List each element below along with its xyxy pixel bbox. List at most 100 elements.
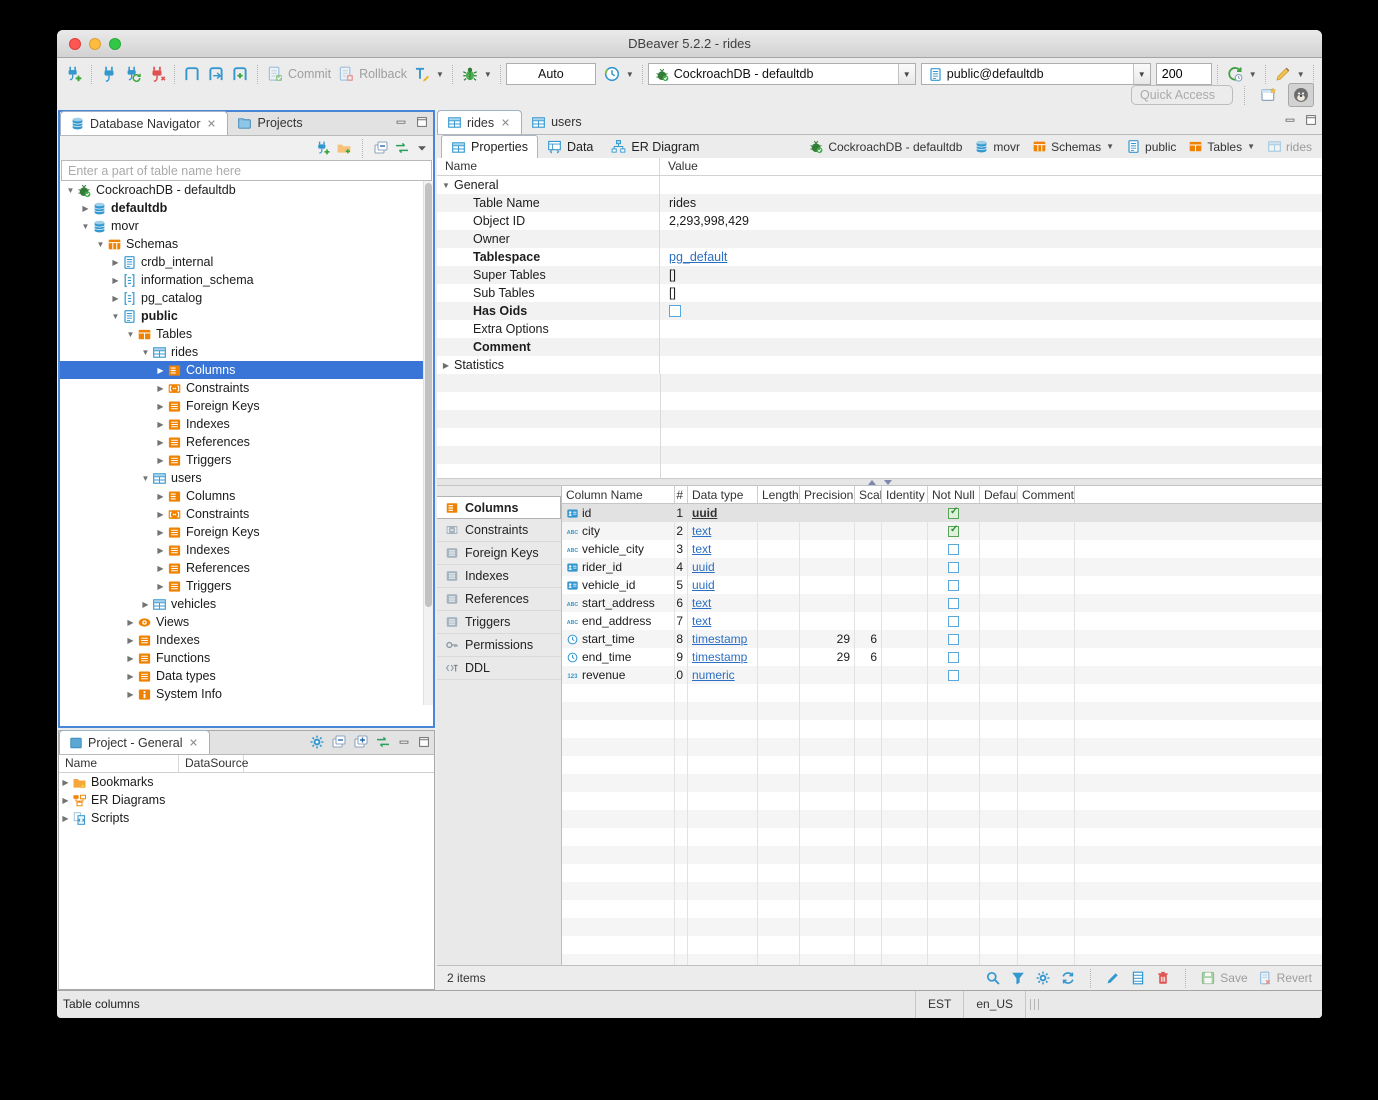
property-row-owner[interactable]: Owner xyxy=(437,230,1322,248)
tree-item-foreign-keys[interactable]: ▶Foreign Keys xyxy=(60,397,433,415)
new-folder-icon[interactable] xyxy=(336,140,352,156)
detail-tab-ddl[interactable]: DDL xyxy=(437,657,561,680)
editor-tab-users[interactable]: users xyxy=(522,110,591,134)
tree-item-triggers[interactable]: ▶Triggers xyxy=(60,451,433,469)
subtab-properties[interactable]: Properties xyxy=(441,135,538,158)
maximize-view-icon[interactable] xyxy=(415,115,429,129)
editor-tab-rides[interactable]: rides xyxy=(437,110,522,134)
tree-item-schemas[interactable]: ▼Schemas xyxy=(60,235,433,253)
grid-header-comment[interactable]: Comment xyxy=(1018,486,1075,503)
collapse-arrow-icon[interactable]: ▼ xyxy=(139,348,152,357)
not-null-checkbox[interactable] xyxy=(948,670,959,681)
gear-icon[interactable] xyxy=(309,734,325,750)
invalidate-connection-button[interactable] xyxy=(121,62,145,86)
not-null-checkbox[interactable] xyxy=(948,508,959,519)
tree-item-constraints[interactable]: ▶Constraints xyxy=(60,505,433,523)
view-rows-icon[interactable] xyxy=(1130,970,1146,986)
grid-header--[interactable]: # xyxy=(675,486,688,503)
project-item-er-diagrams[interactable]: ▶ER Diagrams xyxy=(59,791,434,809)
expand-arrow-icon[interactable]: ▶ xyxy=(154,384,167,393)
grid-header-default[interactable]: Default xyxy=(980,486,1018,503)
expand-arrow-icon[interactable]: ▶ xyxy=(154,546,167,555)
subtab-data[interactable]: Data xyxy=(538,135,602,158)
disconnect-button[interactable] xyxy=(145,62,169,86)
collapse-all-icon[interactable] xyxy=(331,734,347,750)
tree-item-roles[interactable]: ▼Roles xyxy=(60,703,433,705)
column-row-revenue[interactable]: 123revenue10numeric xyxy=(562,666,1322,684)
properties-value-header[interactable]: Value xyxy=(660,158,1322,175)
zoom-window-button[interactable] xyxy=(109,38,121,50)
expand-arrow-icon[interactable]: ▶ xyxy=(124,654,137,663)
not-null-checkbox[interactable] xyxy=(948,616,959,627)
column-row-end-address[interactable]: ABCend_address7text xyxy=(562,612,1322,630)
column-header-name[interactable]: Name xyxy=(59,755,179,772)
has-oids-checkbox[interactable] xyxy=(669,305,681,317)
maximize-editor-icon[interactable] xyxy=(1304,113,1318,127)
not-null-checkbox[interactable] xyxy=(948,598,959,609)
link-with-editor-icon[interactable] xyxy=(394,140,410,156)
expand-arrow-icon[interactable]: ▶ xyxy=(59,796,72,805)
dropdown-arrow-icon[interactable]: ▼ xyxy=(1247,142,1255,151)
breadcrumb-cockroachdb-defaultdb[interactable]: CockroachDB - defaultdb xyxy=(809,139,962,154)
tree-item-rides[interactable]: ▼rides xyxy=(60,343,433,361)
property-row-statistics[interactable]: ▶Statistics xyxy=(437,356,1322,374)
debug-button[interactable]: ▼ xyxy=(458,62,495,86)
tree-item-information-schema[interactable]: ▶information_schema xyxy=(60,271,433,289)
expand-arrow-icon[interactable]: ▶ xyxy=(124,636,137,645)
column-row-vehicle-city[interactable]: ABCvehicle_city3text xyxy=(562,540,1322,558)
data-type-link[interactable]: text xyxy=(692,614,711,628)
grid-header-data-type[interactable]: Data type xyxy=(688,486,758,503)
tree-item-system-info[interactable]: ▶System Info xyxy=(60,685,433,703)
project-item-scripts[interactable]: ▶Scripts xyxy=(59,809,434,827)
close-icon[interactable] xyxy=(205,117,218,130)
tree-item-vehicles[interactable]: ▶vehicles xyxy=(60,595,433,613)
property-value-link[interactable]: pg_default xyxy=(669,250,727,264)
tree-item-movr[interactable]: ▼movr xyxy=(60,217,433,235)
column-row-vehicle-id[interactable]: vehicle_id5uuid xyxy=(562,576,1322,594)
tree-item-users[interactable]: ▼users xyxy=(60,469,433,487)
new-sql-editor-button[interactable] xyxy=(228,62,252,86)
filter-icon[interactable] xyxy=(1010,970,1026,986)
detail-tab-indexes[interactable]: Indexes xyxy=(437,565,561,588)
property-row-extra-options[interactable]: Extra Options xyxy=(437,320,1322,338)
not-null-checkbox[interactable] xyxy=(948,562,959,573)
expand-arrow-icon[interactable]: ▶ xyxy=(154,528,167,537)
search-icon[interactable] xyxy=(985,970,1001,986)
tree-item-references[interactable]: ▶References xyxy=(60,433,433,451)
data-type-link[interactable]: text xyxy=(692,596,711,610)
grid-header-scale[interactable]: Scale xyxy=(855,486,882,503)
column-header-datasource[interactable]: DataSource xyxy=(179,755,244,772)
detail-tab-foreign-keys[interactable]: Foreign Keys xyxy=(437,542,561,565)
tab-projects[interactable]: Projects xyxy=(228,111,311,135)
not-null-checkbox[interactable] xyxy=(948,652,959,663)
property-row-super-tables[interactable]: Super Tables[] xyxy=(437,266,1322,284)
property-row-object-id[interactable]: Object ID2,293,998,429 xyxy=(437,212,1322,230)
transaction-log-button[interactable]: ▼ xyxy=(410,62,447,86)
breadcrumb-schemas[interactable]: Schemas▼ xyxy=(1032,139,1114,154)
maximize-view-icon[interactable] xyxy=(417,735,431,749)
expand-arrow-icon[interactable]: ▶ xyxy=(440,361,452,370)
collapse-arrow-icon[interactable]: ▼ xyxy=(440,181,452,190)
minimize-window-button[interactable] xyxy=(89,38,101,50)
property-row-general[interactable]: ▼General xyxy=(437,176,1322,194)
expand-arrow-icon[interactable]: ▶ xyxy=(154,402,167,411)
scrollbar-thumb[interactable] xyxy=(425,183,432,607)
column-row-id[interactable]: id1uuid xyxy=(562,504,1322,522)
refresh-icon[interactable] xyxy=(1060,970,1076,986)
link-with-editor-icon[interactable] xyxy=(375,734,391,750)
tab-project-general[interactable]: Project - General xyxy=(59,730,210,754)
delete-icon[interactable] xyxy=(1155,970,1171,986)
rollback-button[interactable]: Rollback xyxy=(334,62,410,86)
dbeaver-perspective-button[interactable] xyxy=(1288,83,1314,107)
expand-arrow-icon[interactable]: ▶ xyxy=(79,204,92,213)
sash-up-icon[interactable] xyxy=(868,480,876,485)
not-null-checkbox[interactable] xyxy=(948,544,959,555)
collapse-arrow-icon[interactable]: ▼ xyxy=(109,312,122,321)
tree-item-defaultdb[interactable]: ▶defaultdb xyxy=(60,199,433,217)
grid-header-column-name[interactable]: Column Name xyxy=(562,486,675,503)
view-menu-icon[interactable] xyxy=(415,141,429,155)
column-row-start-address[interactable]: ABCstart_address6text xyxy=(562,594,1322,612)
expand-arrow-icon[interactable]: ▶ xyxy=(154,456,167,465)
tree-item-pg-catalog[interactable]: ▶pg_catalog xyxy=(60,289,433,307)
detail-tab-references[interactable]: References xyxy=(437,588,561,611)
